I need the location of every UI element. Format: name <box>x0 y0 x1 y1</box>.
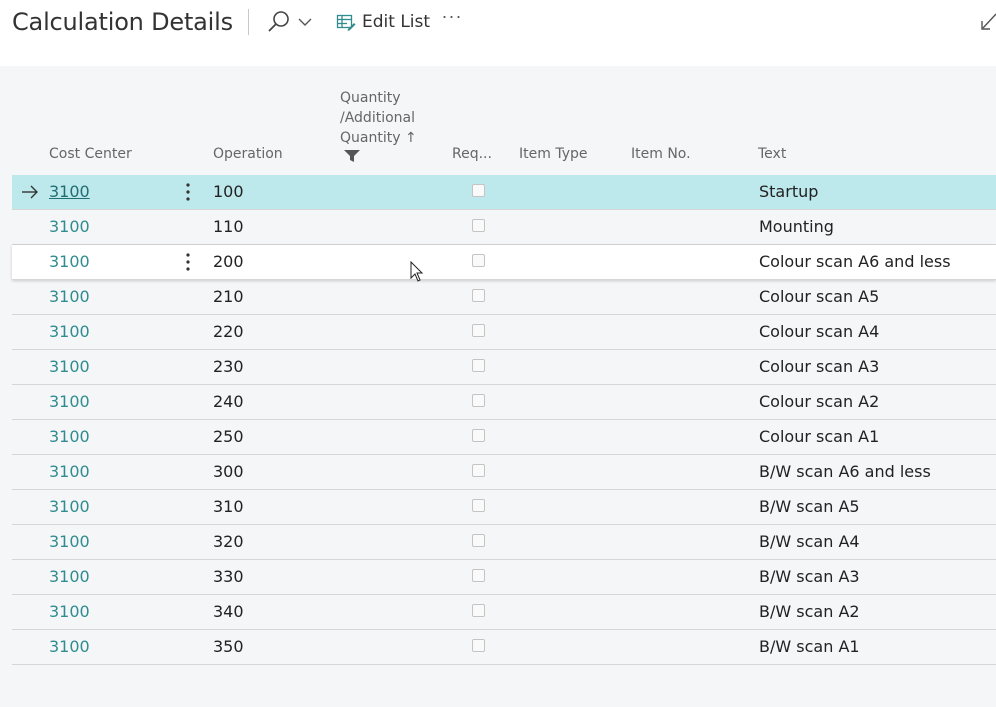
table-row[interactable]: 3100 320 B/W scan A4 <box>12 525 996 560</box>
cost-center-link[interactable]: 3100 <box>49 490 90 524</box>
row-actions-icon[interactable] <box>182 182 194 202</box>
cost-center-link[interactable]: 3100 <box>49 175 90 209</box>
operation-cell: 230 <box>213 357 244 376</box>
required-checkbox[interactable] <box>472 394 485 407</box>
filter-icon <box>344 150 360 162</box>
operation-cell: 110 <box>213 217 244 236</box>
table-row[interactable]: 3100 230 Colour scan A3 <box>12 350 996 385</box>
column-header-required[interactable]: Req... <box>452 146 492 162</box>
table-row[interactable]: 3100 330 B/W scan A3 <box>12 560 996 595</box>
operation-cell: 210 <box>213 287 244 306</box>
required-checkbox[interactable] <box>472 219 485 232</box>
required-checkbox[interactable] <box>472 534 485 547</box>
text-cell: Colour scan A5 <box>759 287 880 306</box>
operation-cell: 250 <box>213 427 244 446</box>
calculation-details-grid: Cost Center Operation Quantity /Addition… <box>0 66 996 707</box>
edit-list-label: Edit List <box>362 12 431 32</box>
required-checkbox[interactable] <box>472 184 485 197</box>
text-cell: Startup <box>759 182 819 201</box>
table-row[interactable]: 3100 220 Colour scan A4 <box>12 315 996 350</box>
text-cell: B/W scan A2 <box>759 602 860 621</box>
table-row[interactable]: 3100 340 B/W scan A2 <box>12 595 996 630</box>
text-cell: Mounting <box>759 217 834 236</box>
table-row[interactable]: 3100 200 Colour scan A6 and less <box>12 245 996 280</box>
cost-center-link[interactable]: 3100 <box>49 315 90 349</box>
text-cell: B/W scan A6 and less <box>759 462 931 481</box>
column-header-item-type[interactable]: Item Type <box>519 146 587 162</box>
search-button[interactable] <box>264 8 316 36</box>
operation-cell: 300 <box>213 462 244 481</box>
table-row[interactable]: 3100 350 B/W scan A1 <box>12 630 996 665</box>
cost-center-link[interactable]: 3100 <box>49 455 90 489</box>
column-header-operation[interactable]: Operation <box>213 146 283 162</box>
cost-center-link[interactable]: 3100 <box>49 280 90 314</box>
required-checkbox[interactable] <box>472 429 485 442</box>
required-checkbox[interactable] <box>472 499 485 512</box>
search-icon <box>268 11 312 32</box>
chevron-down-icon <box>298 18 312 26</box>
edit-list-icon <box>336 14 356 31</box>
cost-center-link[interactable]: 3100 <box>49 350 90 384</box>
text-cell: Colour scan A4 <box>759 322 880 341</box>
table-row[interactable]: 3100 110 Mounting <box>12 210 996 245</box>
text-cell: Colour scan A1 <box>759 427 880 446</box>
text-cell: B/W scan A1 <box>759 637 860 656</box>
operation-cell: 330 <box>213 567 244 586</box>
text-cell: Colour scan A6 and less <box>759 252 951 271</box>
text-cell: B/W scan A4 <box>759 532 860 551</box>
collapse-button[interactable] <box>978 10 996 34</box>
cost-center-link[interactable]: 3100 <box>49 560 90 594</box>
required-checkbox[interactable] <box>472 569 485 582</box>
column-header-cost-center[interactable]: Cost Center <box>49 146 132 162</box>
table-row[interactable]: 3100 250 Colour scan A1 <box>12 420 996 455</box>
required-checkbox[interactable] <box>472 604 485 617</box>
table-row[interactable]: 3100 100 Startup <box>12 175 996 210</box>
cost-center-link[interactable]: 3100 <box>49 595 90 629</box>
operation-cell: 340 <box>213 602 244 621</box>
table-row[interactable]: 3100 240 Colour scan A2 <box>12 385 996 420</box>
required-checkbox[interactable] <box>472 324 485 337</box>
edit-list-button[interactable]: Edit List <box>336 8 430 36</box>
column-header-item-no[interactable]: Item No. <box>631 146 691 162</box>
cost-center-link[interactable]: 3100 <box>49 525 90 559</box>
required-checkbox[interactable] <box>472 639 485 652</box>
required-checkbox[interactable] <box>472 359 485 372</box>
operation-cell: 320 <box>213 532 244 551</box>
more-options-button[interactable]: ··· <box>438 6 466 32</box>
operation-cell: 310 <box>213 497 244 516</box>
row-actions-icon[interactable] <box>182 252 194 272</box>
table-row[interactable]: 3100 300 B/W scan A6 and less <box>12 455 996 490</box>
operation-cell: 240 <box>213 392 244 411</box>
column-header-text[interactable]: Text <box>758 146 786 162</box>
column-header-quantity-line2: /Additional <box>340 110 415 126</box>
text-cell: B/W scan A5 <box>759 497 860 516</box>
text-cell: B/W scan A3 <box>759 567 860 586</box>
collapse-icon <box>981 13 996 30</box>
required-checkbox[interactable] <box>472 289 485 302</box>
cost-center-link[interactable]: 3100 <box>49 420 90 454</box>
cost-center-link[interactable]: 3100 <box>49 245 90 279</box>
required-checkbox[interactable] <box>472 254 485 267</box>
table-row[interactable]: 3100 210 Colour scan A5 <box>12 280 996 315</box>
operation-cell: 200 <box>213 252 244 271</box>
table-row[interactable]: 3100 310 B/W scan A5 <box>12 490 996 525</box>
cost-center-link[interactable]: 3100 <box>49 210 90 244</box>
operation-cell: 100 <box>213 182 244 201</box>
cost-center-link[interactable]: 3100 <box>49 385 90 419</box>
header-divider <box>248 9 249 35</box>
required-checkbox[interactable] <box>472 464 485 477</box>
column-header-quantity-line1: Quantity <box>340 90 401 106</box>
page-title: Calculation Details <box>12 8 233 36</box>
text-cell: Colour scan A2 <box>759 392 880 411</box>
operation-cell: 220 <box>213 322 244 341</box>
column-header-quantity-line3: Quantity ↑ <box>340 130 417 146</box>
column-header-quantity[interactable]: Quantity /Additional Quantity ↑ <box>340 88 417 162</box>
text-cell: Colour scan A3 <box>759 357 880 376</box>
operation-cell: 350 <box>213 637 244 656</box>
page-header: Calculation Details Edit List ··· <box>0 0 996 66</box>
arrow-right-icon <box>22 185 38 199</box>
cost-center-link[interactable]: 3100 <box>49 630 90 664</box>
